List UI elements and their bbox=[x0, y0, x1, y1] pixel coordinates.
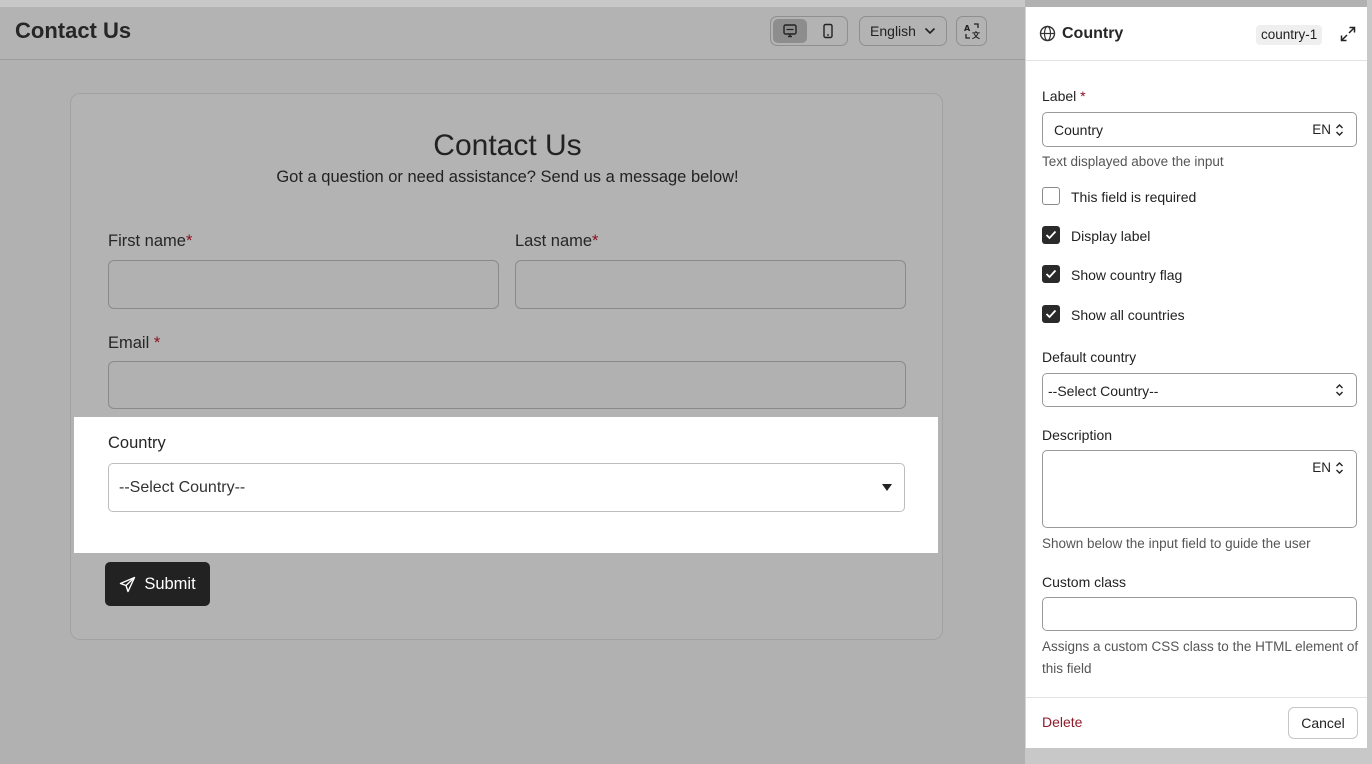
description-hint: Shown below the input field to guide the… bbox=[1042, 536, 1311, 551]
check-icon bbox=[1045, 269, 1057, 279]
submit-button[interactable]: Submit bbox=[105, 562, 210, 606]
default-country-chevron bbox=[1335, 383, 1344, 397]
first-name-input[interactable] bbox=[108, 260, 499, 309]
bottom-edge-strip bbox=[1025, 748, 1372, 764]
label-heading-text: Label bbox=[1042, 88, 1077, 104]
check-icon bbox=[1045, 230, 1057, 240]
panel-header: Country country-1 bbox=[1026, 7, 1368, 61]
form-preview-card: Contact Us Got a question or need assist… bbox=[70, 93, 943, 640]
label-hint: Text displayed above the input bbox=[1042, 154, 1224, 169]
first-name-label: First name* bbox=[108, 232, 192, 251]
custom-class-hint: Assigns a custom CSS class to the HTML e… bbox=[1042, 639, 1359, 676]
label-input-value: Country bbox=[1054, 122, 1104, 138]
default-country-select[interactable]: --Select Country-- bbox=[1042, 373, 1357, 407]
lang-code: EN bbox=[1312, 460, 1331, 475]
expand-icon[interactable] bbox=[1340, 26, 1356, 42]
last-name-input[interactable] bbox=[515, 260, 906, 309]
default-country-heading: Default country bbox=[1042, 349, 1137, 365]
email-label: Email * bbox=[108, 334, 160, 353]
field-settings-panel: Country country-1 Label * Country EN Tex… bbox=[1025, 7, 1368, 748]
form-subtitle: Got a question or need assistance? Send … bbox=[276, 168, 739, 186]
required-asterisk: * bbox=[153, 334, 161, 352]
label-heading: Label * bbox=[1042, 88, 1086, 104]
translate-icon: A 文 bbox=[964, 23, 981, 40]
device-toggle-group bbox=[770, 16, 848, 46]
show-flag-checkbox-label: Show country flag bbox=[1071, 267, 1183, 283]
chevron-down-icon bbox=[924, 27, 936, 35]
updown-chevron-icon bbox=[1336, 123, 1343, 136]
page-title: Contact Us bbox=[15, 18, 132, 43]
required-checkbox[interactable] bbox=[1042, 187, 1060, 205]
show-all-countries-checkbox[interactable] bbox=[1042, 305, 1060, 323]
translate-button[interactable]: A 文 bbox=[956, 16, 987, 46]
display-label-checkbox[interactable] bbox=[1042, 226, 1060, 244]
mobile-view-button[interactable] bbox=[811, 19, 845, 43]
top-strip bbox=[0, 0, 1025, 7]
email-input[interactable] bbox=[108, 361, 906, 409]
last-name-label: Last name* bbox=[515, 232, 598, 251]
send-icon bbox=[120, 576, 136, 592]
right-edge-strip bbox=[1367, 0, 1372, 764]
cancel-button[interactable]: Cancel bbox=[1288, 707, 1358, 739]
updown-chevron-icon bbox=[1336, 461, 1343, 474]
country-label: Country bbox=[108, 434, 166, 452]
panel-title: Country bbox=[1062, 25, 1124, 42]
required-checkbox-label: This field is required bbox=[1071, 189, 1197, 205]
required-asterisk: * bbox=[592, 232, 599, 250]
label-input[interactable]: Country EN bbox=[1042, 112, 1357, 147]
language-select[interactable]: English bbox=[859, 16, 947, 46]
description-language-selector[interactable]: EN bbox=[1312, 460, 1344, 475]
show-flag-checkbox[interactable] bbox=[1042, 265, 1060, 283]
desktop-icon bbox=[783, 24, 797, 38]
globe-icon bbox=[1039, 25, 1056, 42]
check-icon bbox=[1045, 309, 1057, 319]
cancel-label: Cancel bbox=[1301, 715, 1345, 731]
submit-label: Submit bbox=[144, 574, 196, 593]
desktop-view-button[interactable] bbox=[773, 19, 807, 43]
description-textarea[interactable]: EN bbox=[1042, 450, 1357, 528]
required-asterisk: * bbox=[185, 232, 193, 250]
first-name-label-text: First name bbox=[108, 232, 186, 250]
field-id-badge: country-1 bbox=[1256, 25, 1323, 45]
lang-code: EN bbox=[1312, 122, 1331, 137]
label-language-selector[interactable]: EN bbox=[1312, 122, 1344, 137]
show-all-countries-checkbox-label: Show all countries bbox=[1071, 307, 1185, 323]
delete-button[interactable]: Delete bbox=[1042, 714, 1082, 730]
last-name-label-text: Last name bbox=[515, 232, 593, 250]
default-country-value: --Select Country-- bbox=[1048, 383, 1159, 399]
country-select[interactable]: --Select Country-- bbox=[108, 463, 905, 512]
mobile-icon bbox=[823, 23, 833, 39]
custom-class-input[interactable] bbox=[1042, 597, 1357, 631]
language-label: English bbox=[870, 23, 916, 39]
svg-text:A: A bbox=[964, 24, 971, 33]
form-title: Contact Us bbox=[433, 129, 582, 162]
selected-country-field[interactable]: Country --Select Country-- bbox=[74, 417, 938, 553]
svg-text:文: 文 bbox=[972, 30, 981, 40]
dropdown-caret-icon bbox=[882, 484, 892, 491]
country-select-value: --Select Country-- bbox=[119, 479, 246, 496]
required-asterisk: * bbox=[1080, 88, 1086, 104]
panel-footer: Delete Cancel bbox=[1026, 697, 1368, 748]
email-label-text: Email bbox=[108, 334, 150, 352]
description-heading: Description bbox=[1042, 427, 1113, 443]
custom-class-heading: Custom class bbox=[1042, 574, 1127, 590]
display-label-checkbox-label: Display label bbox=[1071, 228, 1151, 244]
updown-chevron-icon bbox=[1336, 384, 1343, 396]
builder-header: Contact Us English A 文 bbox=[0, 7, 1025, 60]
